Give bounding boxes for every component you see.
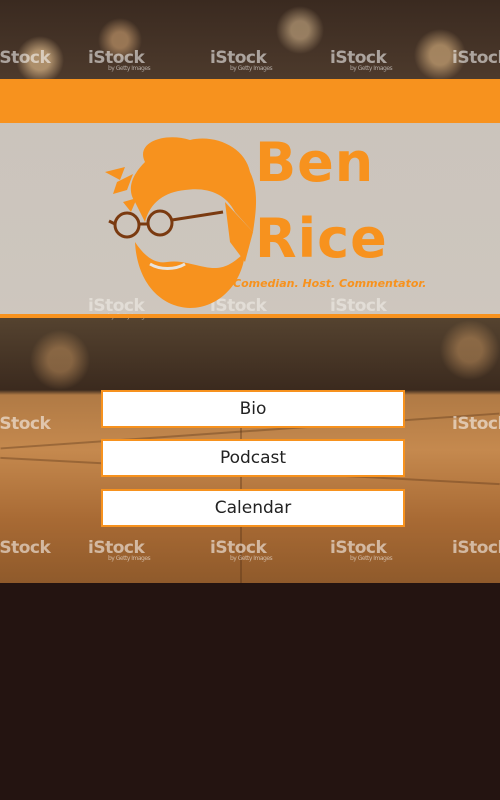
watermark: iStockby Getty Images <box>330 538 393 562</box>
watermark: iStockby Getty Images <box>330 48 393 72</box>
watermark: iStockby Getty Images <box>88 48 151 72</box>
watermark: iStock <box>0 48 51 68</box>
watermark: iStock <box>452 414 500 434</box>
watermark: iStockby Getty Images <box>88 538 151 562</box>
watermark: iStock <box>452 538 500 558</box>
bio-button[interactable]: Bio <box>101 390 405 428</box>
watermark: iStockby Getty Images <box>210 538 273 562</box>
brand-tagline: Comedian. Host. Commentator. <box>233 277 427 290</box>
calendar-button[interactable]: Calendar <box>101 489 405 527</box>
watermark: iStock <box>0 414 51 434</box>
brand-first-name: Ben <box>255 131 375 194</box>
brand-last-name: Rice <box>255 207 388 270</box>
watermark: iStock <box>0 538 51 558</box>
hero-accent-line <box>0 314 500 318</box>
top-accent-bar <box>0 79 500 123</box>
footer-area <box>0 583 500 800</box>
watermark: iStock <box>452 48 500 68</box>
podcast-button[interactable]: Podcast <box>101 439 405 477</box>
watermark: iStockby Getty Images <box>210 48 273 72</box>
